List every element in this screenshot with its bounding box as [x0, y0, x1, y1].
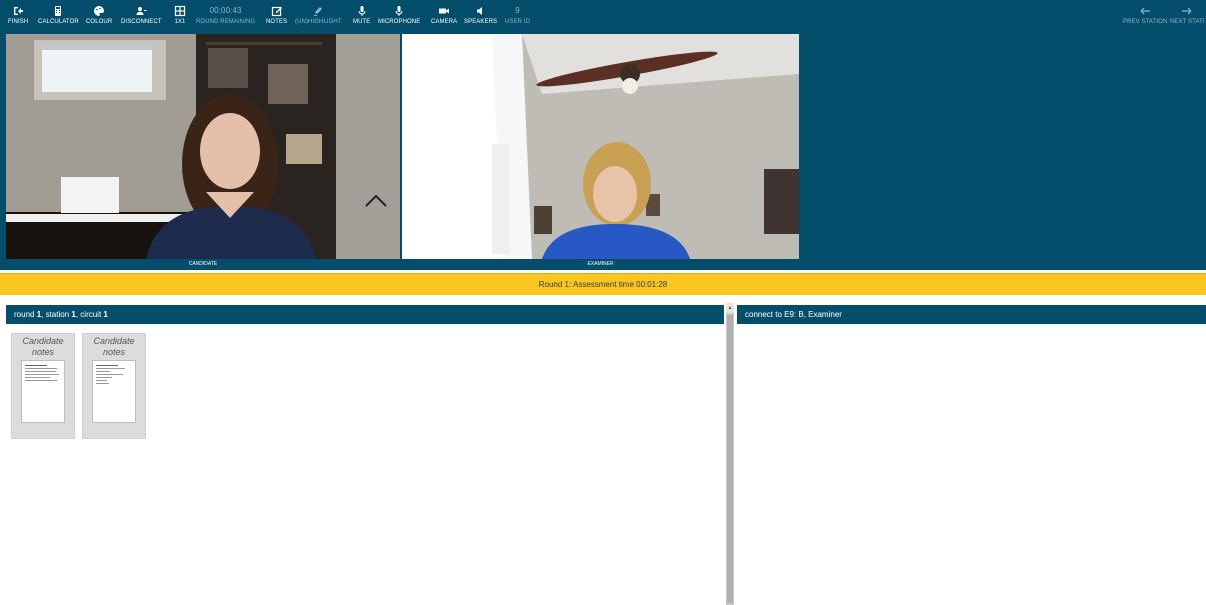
- microphone-button[interactable]: MICROPHONE: [378, 5, 420, 25]
- video-camera-icon: [438, 5, 450, 17]
- disconnect-label: DISCONNECT: [121, 19, 162, 25]
- calculator-label: CALCULATOR: [38, 19, 79, 25]
- colour-button[interactable]: COLOUR: [86, 5, 112, 25]
- disconnect-button[interactable]: DISCONNECT: [121, 5, 162, 25]
- scroll-thumb[interactable]: [727, 315, 733, 603]
- microphone-label: MICROPHONE: [378, 19, 421, 25]
- round-prefix: round: [14, 310, 37, 319]
- assessment-time-bar: Round 1: Assessment time 00:01:28: [0, 273, 1206, 295]
- document-thumbnail: [92, 360, 136, 423]
- prev-station-label: PREV STATION: [1123, 19, 1168, 25]
- exit-icon: [12, 5, 24, 17]
- user-disconnect-icon: [135, 5, 147, 17]
- highlight-button[interactable]: (UN)HIGHLIGHT: [295, 5, 342, 25]
- next-station-label: NEXT STATI: [1170, 19, 1205, 25]
- speakers-button[interactable]: SPEAKERS: [464, 5, 497, 25]
- station-panel-header: round 1, station 1, circuit 1: [6, 305, 724, 324]
- circuit-prefix: , circuit: [75, 310, 104, 319]
- notes-label: NOTES: [266, 19, 288, 25]
- round-remaining-label: ROUND REMAINING: [196, 19, 256, 25]
- next-station-button[interactable]: NEXT STATI: [1170, 5, 1205, 25]
- connection-panel-header: connect to E9: B, Examiner: [737, 305, 1206, 324]
- finish-button[interactable]: FINISH: [8, 5, 28, 25]
- calculator-icon: [52, 5, 64, 17]
- scroll-up-arrow-icon[interactable]: ▲: [726, 303, 734, 313]
- candidate-video: [6, 34, 400, 259]
- layout-label: 1x1: [174, 19, 186, 25]
- station-prefix: , station: [41, 310, 72, 319]
- finish-label: FINISH: [8, 19, 29, 25]
- video-area: FINISH CALCULATOR COLOUR DISCONNECT 1x1: [0, 0, 1206, 270]
- candidate-notes-document[interactable]: Candidate notes: [11, 333, 75, 439]
- user-id: 9 USER ID: [505, 5, 530, 25]
- notes-button[interactable]: NOTES: [266, 5, 287, 25]
- grid-icon: [174, 5, 186, 17]
- mute-label: MUTE: [353, 19, 371, 25]
- round-timer: 00:00:43 ROUND REMAINING: [196, 5, 255, 25]
- user-id-label: USER ID: [505, 19, 531, 25]
- microphone-icon: [356, 5, 368, 17]
- camera-button[interactable]: CAMERA: [431, 5, 457, 25]
- calculator-button[interactable]: CALCULATOR: [38, 5, 79, 25]
- arrow-left-icon: [1139, 5, 1151, 17]
- user-id-value: 9: [515, 6, 520, 15]
- highlighter-icon: [312, 5, 324, 17]
- round-time-value: 00:00:43: [209, 6, 242, 15]
- document-title: Candidate notes: [93, 336, 135, 357]
- colour-label: COLOUR: [86, 19, 113, 25]
- palette-icon: [93, 5, 105, 17]
- circuit-number: 1: [103, 310, 108, 319]
- document-thumbnail: [21, 360, 65, 423]
- mute-button[interactable]: MUTE: [353, 5, 370, 25]
- document-title: Candidate notes: [22, 336, 64, 357]
- highlight-label: (UN)HIGHLIGHT: [295, 19, 342, 25]
- prev-station-button[interactable]: PREV STATION: [1123, 5, 1167, 25]
- panel-scrollbar[interactable]: ▲: [726, 303, 734, 605]
- speaker-icon: [475, 5, 487, 17]
- speakers-label: SPEAKERS: [464, 19, 498, 25]
- examiner-label: EXAMINER: [587, 261, 614, 267]
- arrow-right-icon: [1181, 5, 1193, 17]
- candidate-label: CANDIDATE: [188, 261, 218, 267]
- layout-button[interactable]: 1x1: [174, 5, 186, 25]
- toolbar: FINISH CALCULATOR COLOUR DISCONNECT 1x1: [0, 0, 1206, 34]
- examiner-video: [402, 34, 799, 259]
- microphone-icon: [393, 5, 405, 17]
- camera-label: CAMERA: [431, 19, 458, 25]
- connection-panel: connect to E9: B, Examiner: [737, 305, 1206, 605]
- candidate-notes-document[interactable]: Candidate notes: [82, 333, 146, 439]
- edit-icon: [271, 5, 283, 17]
